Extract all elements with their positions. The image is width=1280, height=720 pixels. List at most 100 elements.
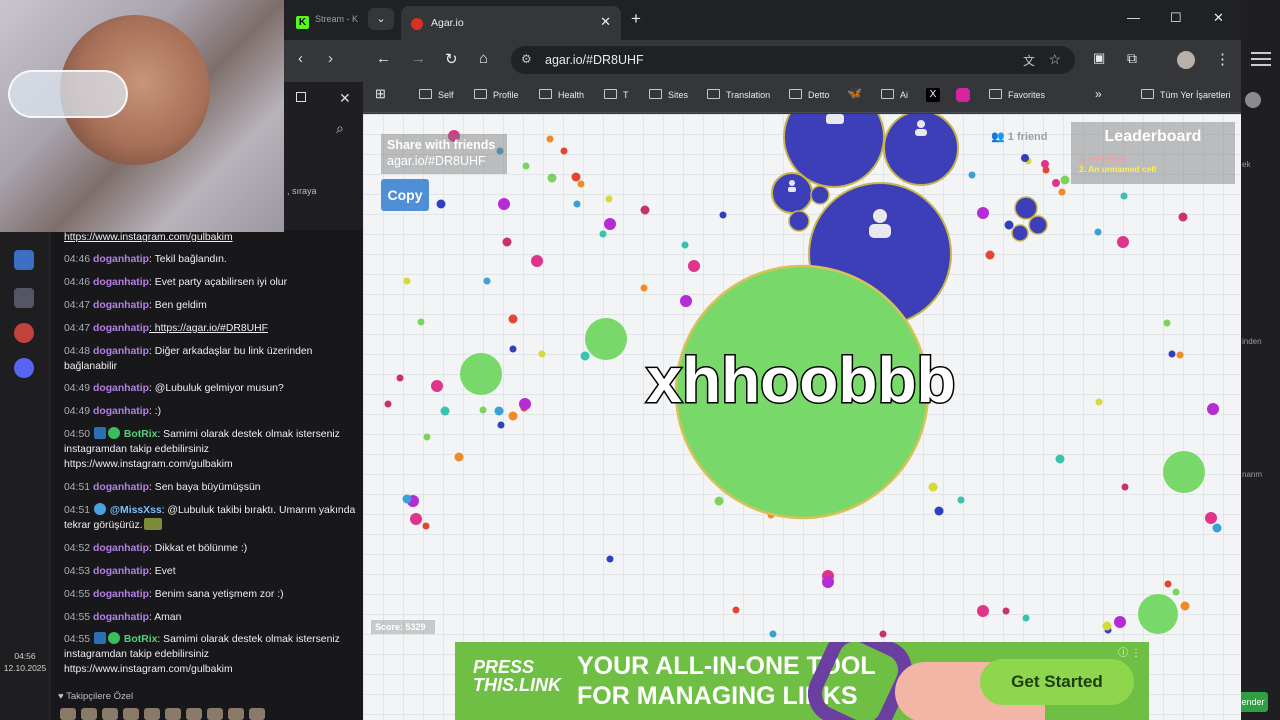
profile-avatar[interactable] — [1177, 51, 1195, 69]
message-text[interactable]: : https://agar.io/#DR8UHF — [149, 323, 268, 334]
folder-icon — [474, 89, 487, 99]
maximize-icon[interactable]: ☐ — [1170, 10, 1182, 26]
emote-icon[interactable] — [123, 708, 139, 720]
taskbar-discord-icon[interactable] — [14, 358, 34, 378]
moderator-badge-icon — [94, 632, 107, 644]
bookmark-star-icon[interactable]: ☆ — [1048, 51, 1061, 68]
bookmarks-bar: ⊞ Self Profile Health T Sites Translatio… — [363, 80, 1241, 113]
message-text: : Ben geldim — [149, 300, 207, 311]
instagram-icon[interactable] — [956, 88, 970, 102]
message-text: : @Lubuluk gelmiyor musun? — [149, 383, 284, 394]
message-text: : Aman — [149, 612, 182, 623]
home-icon[interactable]: ⌂ — [479, 50, 488, 67]
forward-icon[interactable]: → — [411, 50, 426, 67]
message-text: : Tekil bağlandın. — [149, 254, 227, 265]
message-user[interactable]: doganhatip — [93, 589, 149, 600]
message-user[interactable]: BotRix — [124, 634, 157, 645]
bookmark-detto[interactable]: Detto — [789, 89, 830, 100]
bookmark-t[interactable]: T — [604, 89, 629, 100]
right-action-button[interactable]: ender — [1238, 692, 1268, 712]
message-user[interactable]: BotRix — [124, 429, 157, 440]
message-user[interactable]: @MissXss — [110, 505, 162, 516]
tab-agario[interactable]: Agar.io ✕ — [401, 6, 621, 40]
x-logo-icon[interactable]: X — [926, 88, 940, 102]
bookmark-all[interactable]: Tüm Yer İşaretleri — [1141, 89, 1231, 100]
game-canvas[interactable]: xhhoobbb Share with friends agar.io/#DR8… — [363, 114, 1241, 720]
emote-icon[interactable] — [186, 708, 202, 720]
chat-message: 04:51 @MissXss: @Lubuluk takibi bıraktı.… — [64, 503, 356, 533]
bookmark-translation[interactable]: Translation — [707, 89, 770, 100]
chat-link[interactable]: https://www.instagram.com/gulbakim — [64, 232, 233, 243]
enemy-cell — [788, 210, 810, 232]
score-display: Score: 5329 — [371, 620, 435, 634]
bookmark-label: Translation — [726, 90, 771, 100]
minimize-icon[interactable]: — — [1127, 10, 1140, 25]
new-tab-icon[interactable]: + — [631, 9, 641, 29]
chevron-more-icon[interactable]: » — [1095, 87, 1102, 101]
apps-grid-icon[interactable]: ⊞ — [375, 86, 386, 102]
tab-title: Agar.io — [431, 17, 464, 29]
bookmark-self[interactable]: Self — [419, 89, 454, 100]
message-user[interactable]: doganhatip — [93, 300, 149, 311]
tab-search-icon[interactable]: ⌄ — [368, 8, 394, 30]
get-started-button[interactable]: Get Started — [980, 659, 1134, 705]
bookmark-favorites[interactable]: Favorites — [989, 89, 1045, 100]
background-tab[interactable]: K Stream - K — [296, 14, 358, 29]
enemy-cell — [1028, 215, 1048, 235]
emote-icon[interactable] — [102, 708, 118, 720]
taskbar-app-icon-2[interactable] — [14, 288, 34, 308]
bookmark-sites[interactable]: Sites — [649, 89, 688, 100]
close-icon[interactable]: ✕ — [339, 90, 351, 107]
address-bar[interactable]: ⚙ agar.io/#DR8UHF 文 ☆ — [511, 46, 1075, 74]
friends-counter[interactable]: 👥 1 friend — [991, 130, 1048, 143]
message-user[interactable]: doganhatip — [93, 383, 149, 394]
message-user[interactable]: doganhatip — [93, 323, 149, 334]
tab-close-icon[interactable]: ✕ — [600, 14, 611, 30]
chat-message: 04:47 doganhatip: https://agar.io/#DR8UHF — [64, 321, 356, 336]
extensions-icon[interactable]: ⧉ — [1127, 50, 1137, 67]
ad-info-icon[interactable]: ⓘ ⋮ — [1118, 644, 1141, 659]
search-icon[interactable]: ⌕ — [336, 120, 344, 137]
reload-icon[interactable]: ↻ — [445, 50, 458, 68]
emote-row — [60, 708, 265, 720]
emote-icon[interactable] — [207, 708, 223, 720]
bookmark-label: Tüm Yer İşaretleri — [1160, 90, 1231, 100]
message-time: 04:55 — [64, 612, 91, 623]
message-user[interactable]: doganhatip — [93, 566, 149, 577]
forward-icon[interactable]: › — [328, 50, 333, 67]
emote-icon[interactable] — [249, 708, 265, 720]
tab-groups-icon[interactable]: ▣ — [1093, 50, 1105, 66]
share-link[interactable]: agar.io/#DR8UHF — [387, 154, 486, 168]
message-user[interactable]: doganhatip — [93, 543, 149, 554]
message-user[interactable]: doganhatip — [93, 277, 149, 288]
emote-icon[interactable] — [144, 708, 160, 720]
message-user[interactable]: doganhatip — [93, 254, 149, 265]
window-close-icon[interactable]: ✕ — [1213, 10, 1224, 26]
folder-icon — [989, 89, 1002, 99]
site-settings-icon[interactable]: ⚙ — [521, 52, 532, 66]
translate-icon[interactable]: 文 — [1023, 52, 1035, 69]
ad-banner[interactable]: PRESS THIS.LINK YOUR ALL-IN-ONE TOOL FOR … — [455, 642, 1149, 720]
menu-icon[interactable] — [1251, 52, 1271, 54]
copy-button[interactable]: Copy — [381, 179, 429, 211]
bookmark-health[interactable]: Health — [539, 89, 584, 100]
emote-icon[interactable] — [228, 708, 244, 720]
taskbar-app-icon-3[interactable] — [14, 323, 34, 343]
menu-kebab-icon[interactable]: ⋮ — [1215, 50, 1230, 68]
message-user[interactable]: doganhatip — [93, 346, 149, 357]
back-icon[interactable]: ← — [376, 50, 391, 67]
bookmark-profile[interactable]: Profile — [474, 89, 519, 100]
bluesky-icon[interactable]: 🦋 — [847, 86, 862, 100]
emote-icon[interactable] — [165, 708, 181, 720]
emote-icon[interactable] — [81, 708, 97, 720]
message-text: : Benim sana yetişmem zor :) — [149, 589, 284, 600]
message-user[interactable]: doganhatip — [93, 406, 149, 417]
message-user[interactable]: doganhatip — [93, 612, 149, 623]
back-icon[interactable]: ‹ — [298, 50, 303, 67]
taskbar-app-icon-1[interactable] — [14, 250, 34, 270]
emote-icon[interactable] — [60, 708, 76, 720]
maximize-icon[interactable] — [296, 92, 306, 102]
bookmark-ai[interactable]: Ai — [881, 89, 908, 100]
message-user[interactable]: doganhatip — [93, 482, 149, 493]
url-text[interactable]: agar.io/#DR8UHF — [545, 53, 644, 67]
